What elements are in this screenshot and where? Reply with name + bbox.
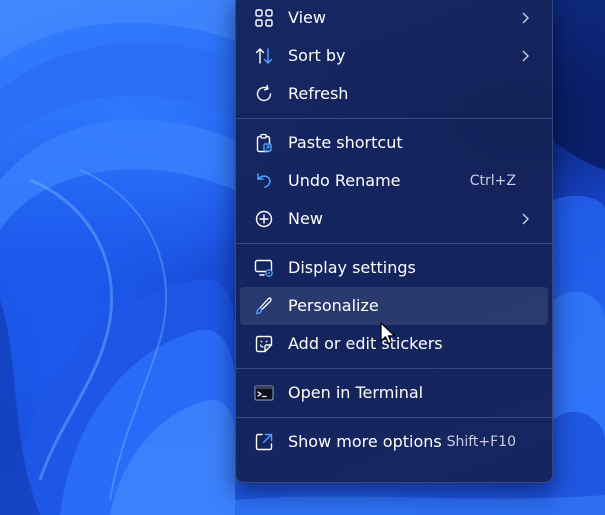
menu-item-paste-shortcut[interactable]: Paste shortcut	[240, 124, 548, 162]
chevron-right-icon	[520, 212, 530, 226]
menu-item-shortcut: Shift+F10	[446, 434, 516, 450]
menu-item-new[interactable]: New	[240, 200, 548, 238]
menu-item-label: Personalize	[288, 296, 379, 315]
mouse-pointer-icon	[380, 322, 396, 345]
chevron-right-icon	[520, 11, 530, 25]
menu-separator	[236, 243, 552, 244]
menu-item-undo-rename[interactable]: Undo Rename Ctrl+Z	[240, 162, 548, 200]
undo-icon	[254, 171, 274, 191]
display-settings-icon	[254, 258, 274, 278]
menu-item-label: View	[288, 8, 326, 27]
terminal-icon	[254, 383, 274, 403]
menu-item-display-settings[interactable]: Display settings	[240, 249, 548, 287]
menu-item-label: Paste shortcut	[288, 133, 403, 152]
plus-circle-icon	[254, 209, 274, 229]
menu-item-show-more-options[interactable]: Show more options Shift+F10	[240, 423, 548, 461]
menu-item-label: Display settings	[288, 258, 416, 277]
menu-item-label: New	[288, 209, 323, 228]
show-more-options-icon	[254, 432, 274, 452]
menu-item-label: Undo Rename	[288, 171, 401, 190]
menu-item-refresh[interactable]: Refresh	[240, 75, 548, 113]
sort-icon	[254, 46, 274, 66]
menu-item-label: Refresh	[288, 84, 349, 103]
menu-item-sort-by[interactable]: Sort by	[240, 37, 548, 75]
menu-item-shortcut: Ctrl+Z	[469, 173, 516, 189]
paste-shortcut-icon	[254, 133, 274, 153]
desktop[interactable]: View Sort by Refresh Paste shortcut Undo…	[0, 0, 605, 515]
sticker-icon	[254, 334, 274, 354]
menu-item-label: Show more options	[288, 432, 442, 451]
menu-item-label: Add or edit stickers	[288, 334, 443, 353]
chevron-right-icon	[520, 49, 530, 63]
menu-item-view[interactable]: View	[240, 0, 548, 37]
menu-separator	[236, 417, 552, 418]
menu-item-open-in-terminal[interactable]: Open in Terminal	[240, 374, 548, 412]
menu-item-personalize[interactable]: Personalize	[240, 287, 548, 325]
menu-item-label: Sort by	[288, 46, 346, 65]
refresh-icon	[254, 84, 274, 104]
brush-icon	[254, 296, 274, 316]
menu-item-label: Open in Terminal	[288, 383, 424, 402]
view-grid-icon	[254, 8, 274, 28]
desktop-context-menu: View Sort by Refresh Paste shortcut Undo…	[235, 0, 553, 483]
menu-separator	[236, 368, 552, 369]
menu-separator	[236, 118, 552, 119]
